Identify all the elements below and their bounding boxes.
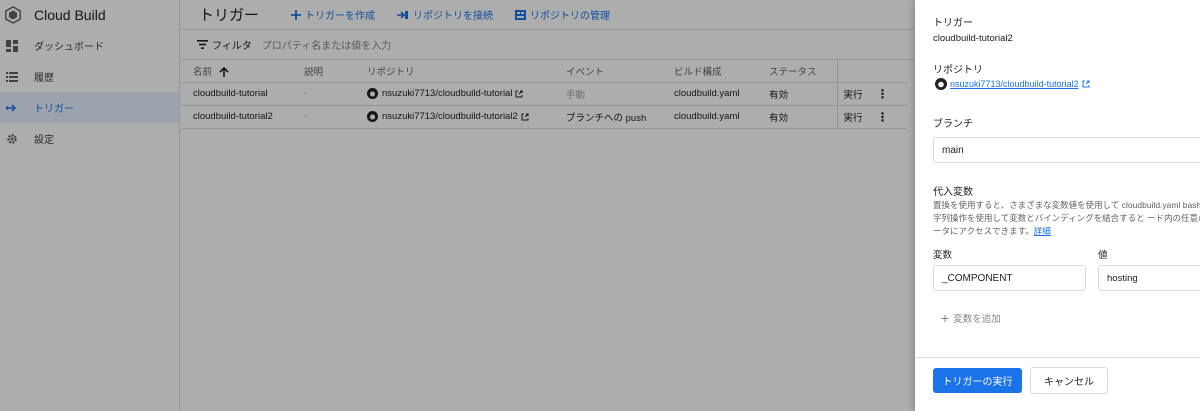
trigger-value: cloudbuild-tutorial2 [933,33,1013,44]
substitution-label: 代入変数 [933,187,973,198]
branch-input-value: main [942,144,964,156]
cancel-button[interactable]: キャンセル [1030,367,1108,394]
value-column-label: 値 [1098,250,1108,261]
add-variable-label: 変数を追加 [953,314,1001,325]
footer-divider [915,357,1200,358]
variable-value-input[interactable]: hosting [1098,265,1200,291]
external-link-icon[interactable] [1082,80,1090,88]
branch-label: ブランチ [933,119,973,130]
github-icon [935,78,947,90]
panel-repo-link[interactable]: nsuzuki7713/cloudbuild-tutorial2 [935,78,1093,90]
run-trigger-button[interactable]: トリガーの実行 [933,368,1022,393]
variable-name-value: _COMPONENT [942,272,1013,284]
repo-label: リポジトリ [933,65,983,76]
variable-value-value: hosting [1107,272,1138,284]
run-trigger-panel: トリガー cloudbuild-tutorial2 リポジトリ nsuzuki7… [915,0,1200,411]
add-variable-button[interactable]: + 変数を追加 [941,310,1001,326]
substitution-description-text: 置換を使用すると、さまざまな変数値を使用して cloudbuild.yaml b… [933,200,1200,236]
details-link[interactable]: 詳細 [1034,226,1051,236]
plus-icon: + [941,310,950,326]
run-trigger-label: トリガーの実行 [942,377,1013,388]
branch-input[interactable]: main [933,137,1200,163]
cancel-label: キャンセル [1044,377,1094,388]
variable-name-input[interactable]: _COMPONENT [933,265,1086,291]
variable-column-label: 変数 [933,250,953,261]
trigger-label: トリガー [933,18,973,29]
panel-repo-value[interactable]: nsuzuki7713/cloudbuild-tutorial2 [950,79,1079,89]
substitution-description: 置換を使用すると、さまざまな変数値を使用して cloudbuild.yaml b… [933,199,1200,238]
